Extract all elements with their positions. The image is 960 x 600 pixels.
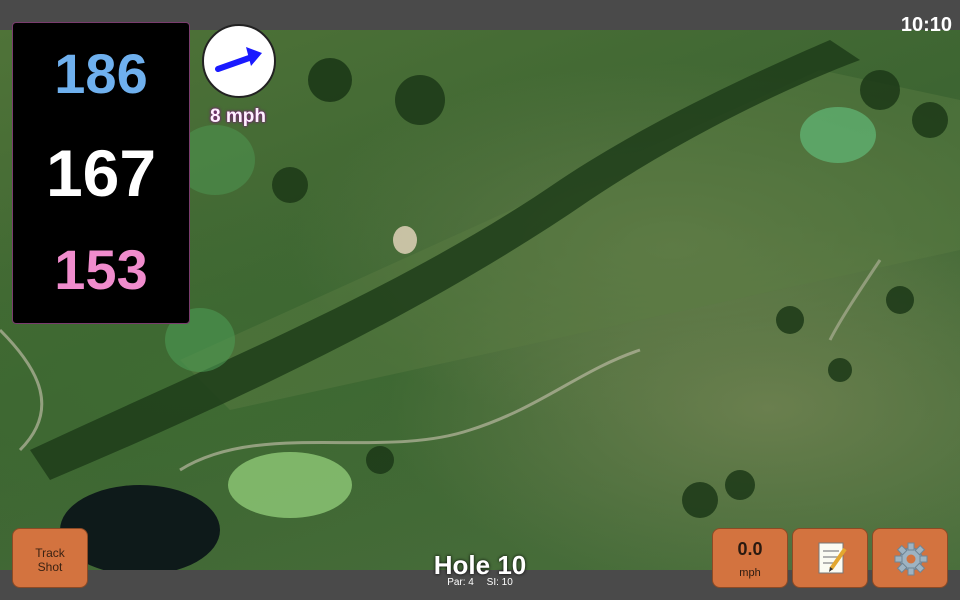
track-shot-label-line1: Track — [35, 546, 65, 560]
back-yardage: 186 — [54, 42, 148, 105]
speed-unit: mph — [739, 567, 761, 579]
arrow-right-icon — [215, 47, 262, 72]
middle-yardage: 167 — [45, 136, 157, 210]
settings-button[interactable] — [872, 528, 948, 588]
clock: 10:10 — [900, 14, 952, 36]
track-shot-label-line2: Shot — [37, 560, 63, 574]
notes-button[interactable] — [792, 528, 868, 588]
front-yardage: 153 — [54, 238, 148, 301]
gear-icon — [894, 542, 928, 576]
track-shot-button[interactable]: Track Shot — [12, 528, 88, 588]
hole-par: Par: 4 — [447, 577, 474, 588]
hole-info: Par: 4 SI: 10 — [380, 577, 580, 588]
hole-stroke-index: SI: 10 — [486, 577, 513, 588]
speed-button[interactable]: 0.0 mph — [712, 528, 788, 588]
notepad-icon — [818, 542, 847, 574]
yardage-panel: 186 167 153 — [12, 22, 190, 324]
wind-direction-dial — [202, 24, 276, 98]
wind-speed: 8 mph — [210, 106, 266, 127]
speed-value: 0.0 — [737, 539, 763, 559]
